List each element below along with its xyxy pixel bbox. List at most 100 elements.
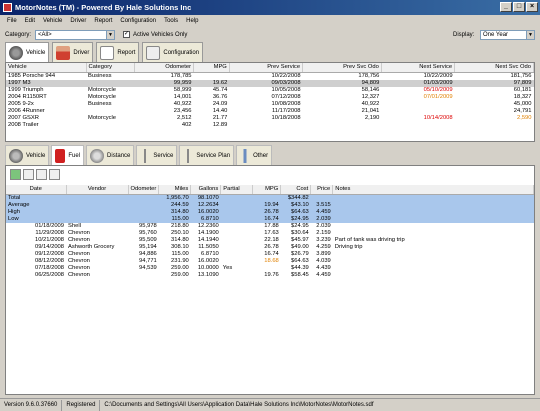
fuel-cell: 18.68 <box>264 258 279 265</box>
col-vendor[interactable]: Vendor <box>66 185 129 195</box>
fuel-row[interactable]: 01/18/2009 Shell 95,978 218.80 12.2360 17.88 $… <box>6 223 534 230</box>
menu-configuration[interactable]: Configuration <box>116 16 160 26</box>
maximize-button[interactable]: □ <box>513 2 525 12</box>
stat-row[interactable]: Average 244.59 12.2634 19.94 $43.10 3.515 <box>6 201 534 209</box>
stat-row[interactable]: High 314.80 16.0020 26.78 $64.63 4.459 <box>6 208 534 216</box>
vehicle-cell: 21.77 <box>212 115 228 122</box>
col-category[interactable]: Category <box>86 63 135 73</box>
tab-vehicle[interactable]: Vehicle <box>5 42 50 62</box>
subtab-vehicle[interactable]: Vehicle <box>5 145 50 165</box>
fuel-row[interactable]: 06/25/2008 Chevron 259.00 13.1090 19.76 $58.4… <box>6 272 534 279</box>
vehicle-row[interactable]: 1985 Porsche 944 Business 178,785 10/22/200… <box>6 72 534 80</box>
tab-configuration[interactable]: Configuration <box>142 42 204 62</box>
subtab-service[interactable]: Service <box>136 145 178 165</box>
menu-driver[interactable]: Driver <box>66 16 90 26</box>
col-fuel-mpg[interactable]: MPG <box>252 185 282 195</box>
vehicle-cell <box>381 101 454 108</box>
col-cost[interactable]: Cost <box>280 185 312 195</box>
col-gallons[interactable]: Gallons <box>190 185 222 195</box>
col-next-svc-odo[interactable]: Next Svc Odo <box>454 63 534 73</box>
col-miles[interactable]: Miles <box>158 185 192 195</box>
menu-tools[interactable]: Tools <box>160 16 182 26</box>
tab-report[interactable]: Report <box>96 42 140 62</box>
vehicle-row[interactable]: 1997 M3 99,959 19.62 09/03/2008 94,809 01/03/… <box>6 79 534 87</box>
subtab-fuel[interactable]: Fuel <box>51 145 85 165</box>
fuel-cell: Chevron <box>68 229 90 236</box>
vehicle-cell: 178,756 <box>358 72 380 79</box>
fuel-cell: 07/18/2008 <box>34 265 64 272</box>
vehicle-row[interactable]: 2004 R1150RT Motorcycle 14,001 36.76 07/12/2… <box>6 94 534 101</box>
col-prev-svc-odo[interactable]: Prev Svc Odo <box>302 63 382 73</box>
menu-report[interactable]: Report <box>90 16 116 26</box>
menu-file[interactable]: File <box>3 16 21 26</box>
category-select[interactable]: <All> ▼ <box>35 30 115 40</box>
display-select[interactable]: One Year ▼ <box>480 30 535 40</box>
col-mpg[interactable]: MPG <box>193 63 230 73</box>
menu-help[interactable]: Help <box>182 16 202 26</box>
minimize-button[interactable]: _ <box>500 2 512 12</box>
fuel-cell <box>333 230 534 237</box>
col-notes[interactable]: Notes <box>332 185 534 195</box>
fuel-row[interactable]: 07/18/2008 Chevron 94,539 259.00 10.0000 Yes $… <box>6 265 534 272</box>
fuel-cell: 218.80 <box>171 222 189 229</box>
close-button[interactable]: × <box>526 2 538 12</box>
vehicle-row[interactable]: 2008 Trailer 402 12.89 <box>6 122 534 129</box>
active-vehicles-checkbox[interactable]: ✓ <box>123 31 130 38</box>
fuel-row[interactable]: 09/12/2008 Chevron 94,886 115.00 6.8710 16.74… <box>6 251 534 258</box>
fuel-row[interactable]: 08/12/2008 Chevron 94,771 231.90 16.0020 18.6… <box>6 258 534 265</box>
col-odometer[interactable]: Odometer <box>134 63 195 73</box>
fuel-cell: 22.18 <box>264 237 279 244</box>
fuel-cell: 95,760 <box>139 229 157 236</box>
menu-edit[interactable]: Edit <box>21 16 39 26</box>
menu-vehicle[interactable]: Vehicle <box>39 16 66 26</box>
vehicle-cell <box>86 108 134 115</box>
subtab-other[interactable]: Other <box>236 145 273 165</box>
vehicle-row[interactable]: 1999 Triumph Motorcycle 58,999 45.74 10/05/2… <box>6 87 534 94</box>
fuel-cell: $43.10 <box>280 201 311 209</box>
fuel-cell <box>333 251 534 258</box>
stat-row[interactable]: Total 1,956.70 98.1070 $344.82 <box>6 194 534 202</box>
vehicle-cell: 14,001 <box>173 93 192 100</box>
delete-icon[interactable] <box>49 169 60 180</box>
fuel-cell <box>333 272 534 279</box>
col-partial[interactable]: Partial <box>220 185 254 195</box>
vehicle-row[interactable]: 2005 9-2x Business 40,922 24.09 10/08/2008 40… <box>6 101 534 108</box>
vehicle-row[interactable]: 2006 4Runner 23,456 14.40 11/17/2008 21,041 2… <box>6 108 534 115</box>
col-fuel-odometer[interactable]: Odometer <box>128 185 160 195</box>
col-price[interactable]: Price <box>310 185 334 195</box>
subtab-distance[interactable]: Distance <box>86 145 135 165</box>
tab-driver[interactable]: Driver <box>52 42 94 62</box>
edit-icon[interactable] <box>23 169 34 180</box>
fuel-cell: $45.97 <box>291 237 309 244</box>
col-next-service[interactable]: Next Service <box>381 63 456 73</box>
fuel-cell <box>333 265 534 272</box>
col-date[interactable]: Date <box>6 185 67 195</box>
copy-icon[interactable] <box>36 169 47 180</box>
vehicle-cell: 2007 GSXR <box>8 115 39 122</box>
fuel-cell: $24.95 <box>280 215 311 223</box>
fuel-cell: $344.82 <box>280 194 311 202</box>
fuel-cell <box>252 194 281 202</box>
fuel-cell: Chevron <box>68 237 90 244</box>
fuel-cell: 2.039 <box>310 215 333 223</box>
detail-tabs: Vehicle Fuel Distance Service Service Pl… <box>5 145 273 165</box>
fuel-cell: 09/14/2008 <box>34 244 64 251</box>
vehicle-cell: 2008 Trailer <box>8 122 39 129</box>
tab-vehicle-label: Vehicle <box>26 49 46 56</box>
filter-bar: Category: <All> ▼ ✓ Active Vehicles Only … <box>0 29 540 42</box>
vehicle-cell: 40,922 <box>173 100 192 107</box>
col-vehicle[interactable]: Vehicle <box>6 63 87 73</box>
add-icon[interactable] <box>10 169 21 180</box>
vehicle-cell <box>381 108 454 115</box>
fuel-cell <box>220 194 253 202</box>
col-prev-service[interactable]: Prev Service <box>229 63 304 73</box>
active-vehicles-label: Active Vehicles Only <box>133 32 188 38</box>
vehicle-cell: 10/05/2008 <box>271 86 301 93</box>
fuel-row[interactable]: 09/14/2008 Ashworth Grocery 95,194 308.10 11… <box>6 244 534 251</box>
fuel-row[interactable]: 11/29/2008 Chevron 95,760 250.10 14.1900 17.6… <box>6 230 534 237</box>
tab-report-label: Report <box>117 49 136 56</box>
subtab-service-plan[interactable]: Service Plan <box>179 145 235 165</box>
fuel-row[interactable]: 10/21/2008 Chevron 95,509 314.80 14.1940 22.1… <box>6 237 534 244</box>
stat-row[interactable]: Low 115.00 6.8710 16.74 $24.95 2.039 <box>6 215 534 223</box>
vehicle-row[interactable]: 2007 GSXR Motorcycle 2,512 21.77 10/18/2008 2… <box>6 115 534 122</box>
